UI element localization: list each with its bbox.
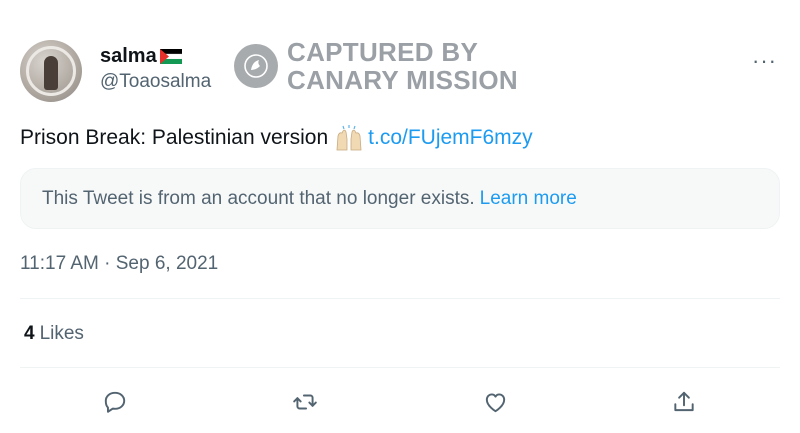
divider [20,367,780,368]
learn-more-link[interactable]: Learn more [480,188,577,210]
reply-button[interactable] [99,386,131,418]
avatar[interactable] [20,40,82,102]
display-name-text: salma [100,45,157,67]
like-button[interactable] [479,386,511,418]
likes-count[interactable]: 4 Likes [24,323,84,345]
likes-number: 4 [24,323,35,344]
canary-bird-icon [234,44,278,88]
watermark-line-1: CAPTURED BY [287,37,479,67]
watermark: CAPTURED BY CANARY MISSION [234,38,518,94]
raising-hands-emoji [336,125,362,151]
likes-label: Likes [39,323,84,344]
more-options-button[interactable]: ··· [752,48,777,74]
tweet-link[interactable]: t.co/FUjemF6mzy [368,126,533,150]
share-button[interactable] [668,386,700,418]
retweet-icon [293,394,317,410]
reply-icon [104,391,126,413]
avatar-figure [44,56,58,90]
retweet-button[interactable] [289,386,321,418]
notice-text: This Tweet is from an account that no lo… [42,187,475,209]
tweet-body: Prison Break: Palestinian version [20,126,329,149]
deleted-account-notice: This Tweet is from an account that no lo… [20,168,780,229]
watermark-line-2: CANARY MISSION [287,65,519,95]
share-icon [674,391,694,412]
display-name[interactable]: salma [100,45,182,68]
user-handle[interactable]: @Toaosalma [100,71,211,93]
palestine-flag-icon [159,49,182,64]
like-icon [485,393,505,413]
divider [20,298,780,299]
tweet-text: Prison Break: Palestinian version t.co/F… [20,125,533,151]
tweet-timestamp[interactable]: 11:17 AM · Sep 6, 2021 [20,253,218,275]
